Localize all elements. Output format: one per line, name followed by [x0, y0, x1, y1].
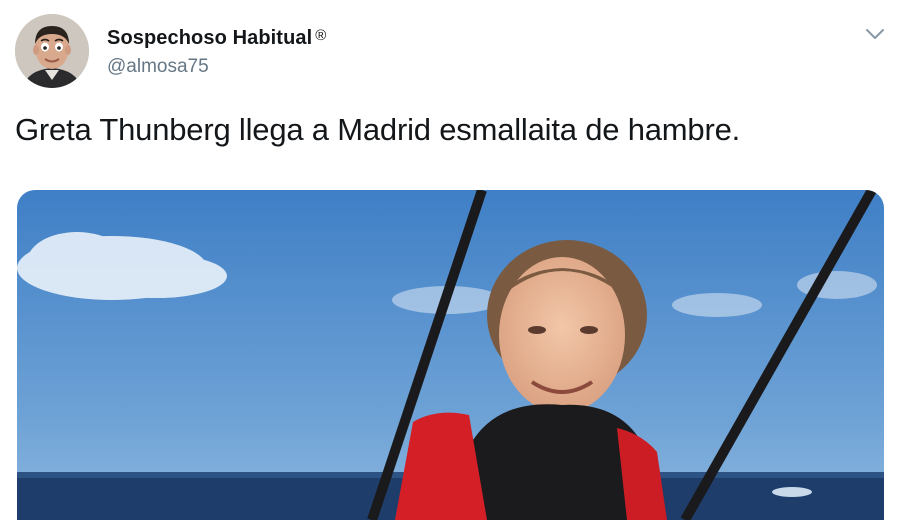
author-display-name[interactable]: Sospechoso Habitual ® — [107, 27, 326, 50]
registered-mark: ® — [315, 27, 327, 44]
profile-avatar-icon — [15, 14, 89, 88]
photo-of-girl-on-sailboat-icon — [17, 190, 884, 520]
author-handle[interactable]: @almosa75 — [107, 56, 209, 78]
author-name-text: Sospechoso Habitual — [107, 27, 313, 49]
tweet-menu-button[interactable] — [863, 26, 887, 42]
tweet-text: Greta Thunberg llega a Madrid esmallaita… — [15, 112, 741, 147]
tweet-media-photo[interactable] — [17, 190, 884, 520]
author-avatar[interactable] — [15, 14, 89, 88]
chevron-down-icon — [866, 29, 884, 39]
